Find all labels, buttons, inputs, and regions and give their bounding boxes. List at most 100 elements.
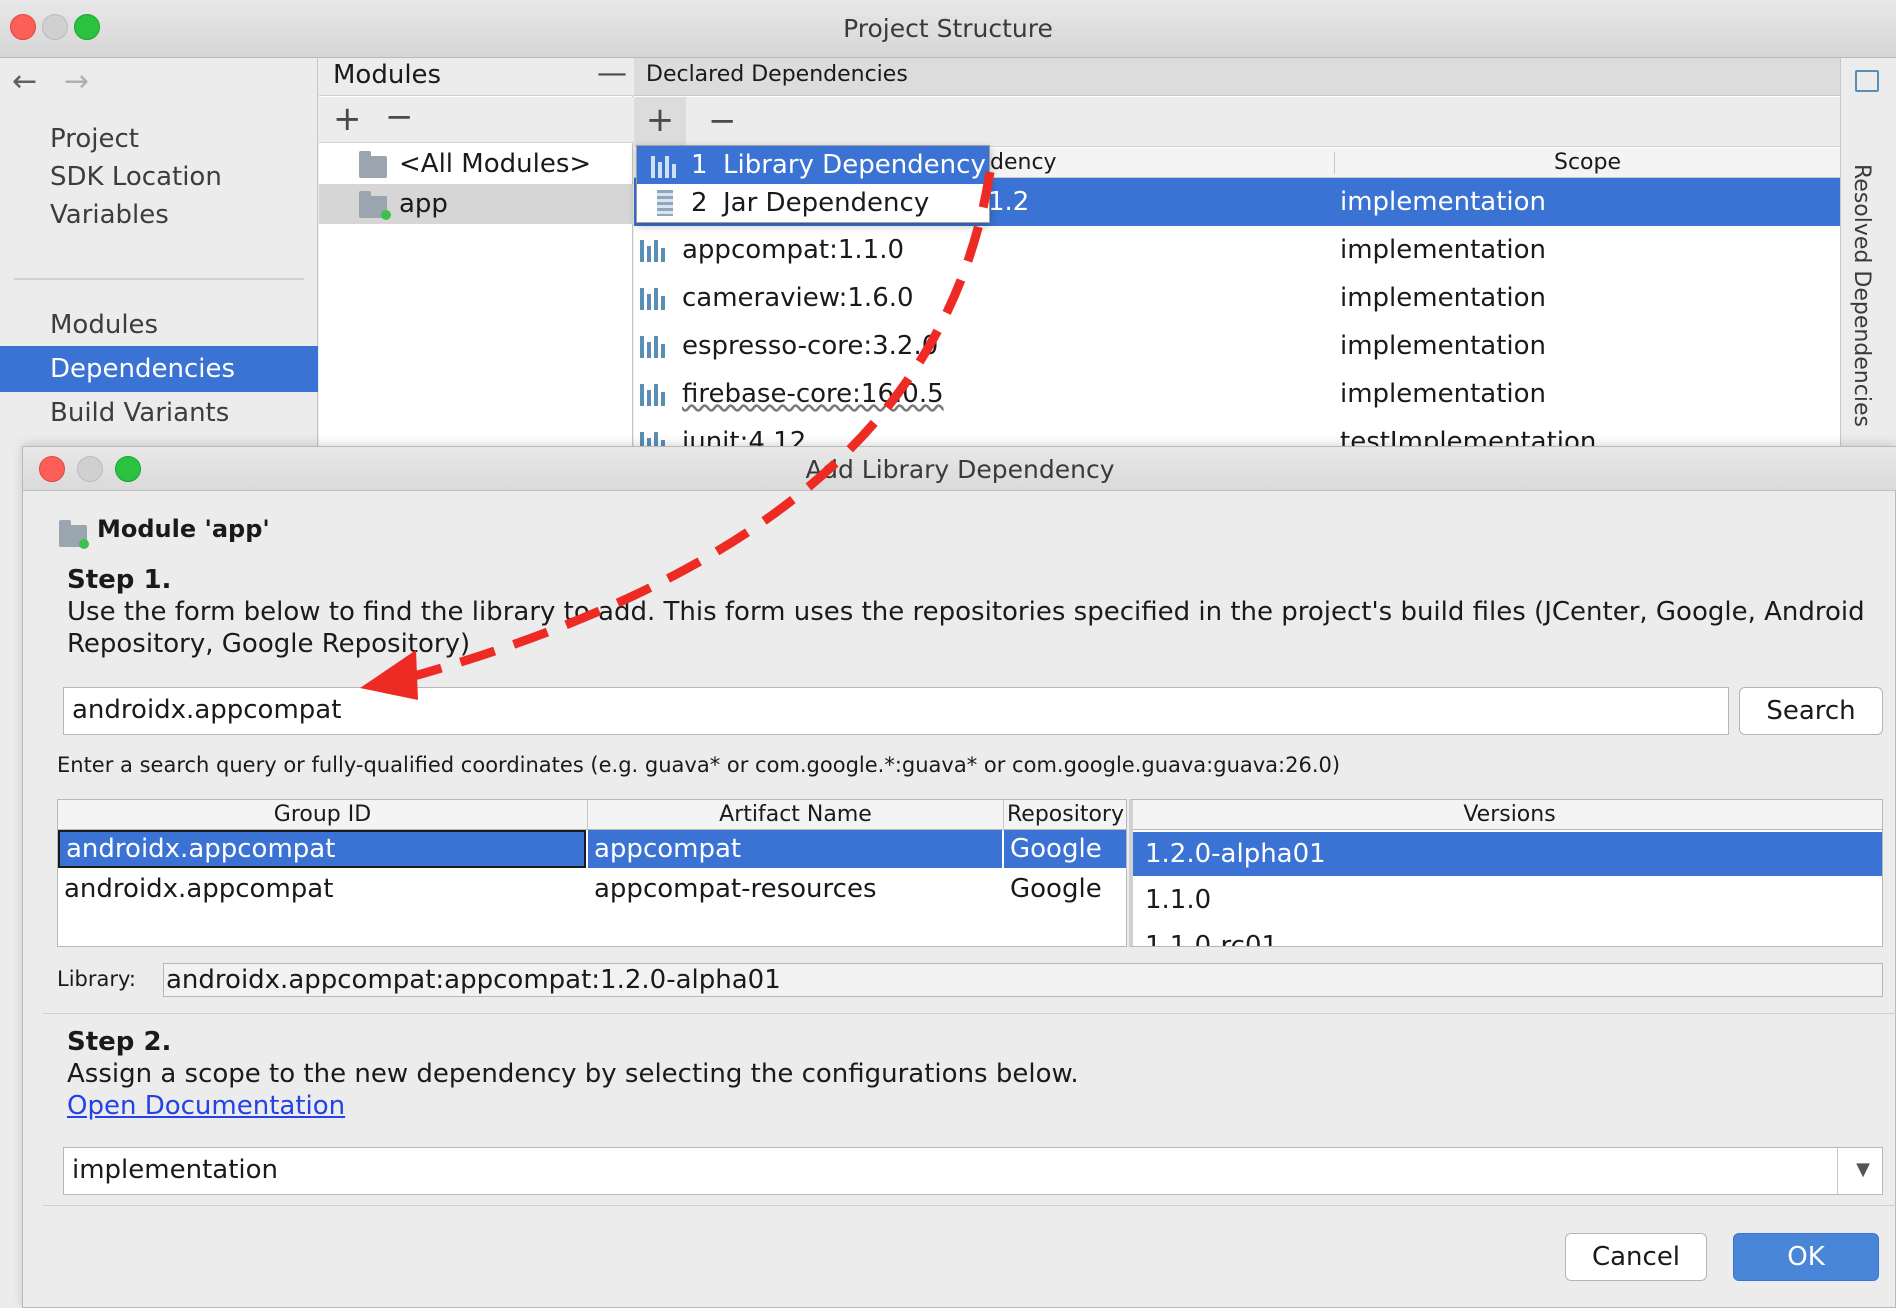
window-titlebar: Project Structure xyxy=(0,0,1896,58)
menu-item-number: 1 xyxy=(691,150,708,180)
remove-dependency-button[interactable]: − xyxy=(708,101,737,141)
ok-button[interactable]: OK xyxy=(1733,1233,1879,1281)
section-divider xyxy=(43,1013,1896,1014)
sidebar-item-variables[interactable]: Variables xyxy=(0,192,318,238)
resolved-dependencies-label: Resolved Dependencies xyxy=(1849,164,1874,427)
module-item-app[interactable]: app xyxy=(319,184,633,224)
column-header-repository[interactable]: Repository xyxy=(1004,800,1126,830)
modules-toolbar: + − xyxy=(319,97,633,143)
dependency-name: cameraview:1.6.0 xyxy=(682,283,914,313)
resolved-dependencies-icon xyxy=(1855,70,1879,92)
cell-artifact-name: appcompat-resources xyxy=(594,874,877,904)
dialog-titlebar: Add Library Dependency xyxy=(23,447,1896,491)
cell-repository: Google xyxy=(1010,874,1102,904)
sidebar-divider xyxy=(14,278,304,280)
dependency-row[interactable]: appcompat:1.1.0 implementation xyxy=(634,226,1840,274)
column-header-versions[interactable]: Versions xyxy=(1133,800,1882,830)
dependency-row[interactable]: cameraview:1.6.0 implementation xyxy=(634,274,1840,322)
cell-artifact-name: appcompat xyxy=(588,830,1002,868)
table-row[interactable]: androidx.appcompat appcompat-resources G… xyxy=(58,870,1126,908)
search-input[interactable]: androidx.appcompat xyxy=(63,687,1729,735)
library-coordinates-field: androidx.appcompat:appcompat:1.2.0-alpha… xyxy=(163,963,1883,997)
declared-header: Declared Dependencies xyxy=(634,58,1840,96)
module-label: Module 'app' xyxy=(97,515,270,543)
step1-description-line1: Use the form below to find the library t… xyxy=(67,597,1865,627)
library-icon xyxy=(651,152,681,178)
footer-divider xyxy=(43,1205,1896,1206)
library-label: Library: xyxy=(57,967,136,991)
scope-select[interactable]: implementation ▼ xyxy=(63,1147,1883,1195)
table-row[interactable]: androidx.appcompat appcompat Google xyxy=(58,830,1126,868)
column-header-dependency[interactable]: dency xyxy=(990,150,1057,175)
cancel-button[interactable]: Cancel xyxy=(1565,1233,1707,1281)
versions-list: Versions 1.2.0-alpha01 1.1.0 1.1.0-rc01 xyxy=(1129,799,1883,947)
dependency-name: appcompat:1.1.0 xyxy=(682,235,905,265)
dependency-name: espresso-core:3.2.0 xyxy=(682,331,939,361)
library-icon xyxy=(640,236,670,262)
dependency-scope: implementation xyxy=(1340,379,1547,409)
dependency-scope: implementation xyxy=(1340,235,1547,265)
sidebar: ← → Project SDK Location Variables Modul… xyxy=(0,58,318,448)
dependency-scope: implementation xyxy=(1340,331,1547,361)
menu-item-label: Library Dependency xyxy=(723,150,986,180)
dependency-scope: implementation xyxy=(1340,283,1547,313)
menu-item-label: Jar Dependency xyxy=(723,188,930,218)
dependency-name: firebase-core:16.0.5 xyxy=(682,379,944,409)
version-item[interactable]: 1.2.0-alpha01 xyxy=(1133,832,1882,876)
module-status-icon xyxy=(381,210,391,220)
sidebar-item-build-variants[interactable]: Build Variants xyxy=(0,390,318,436)
open-documentation-link[interactable]: Open Documentation xyxy=(67,1091,345,1121)
cell-group-id: androidx.appcompat xyxy=(64,874,334,904)
module-label: <All Modules> xyxy=(399,149,592,179)
column-header-artifact-name[interactable]: Artifact Name xyxy=(588,800,1004,830)
add-dependency-button[interactable]: + xyxy=(634,97,686,145)
column-header-group-id[interactable]: Group ID xyxy=(58,800,588,830)
step2-title: Step 2. xyxy=(67,1027,172,1057)
sidebar-item-dependencies[interactable]: Dependencies xyxy=(0,346,318,392)
declared-dependencies-panel: Declared Dependencies + − dency Scope 1.… xyxy=(634,58,1840,457)
search-button[interactable]: Search xyxy=(1739,687,1883,735)
version-item[interactable]: 1.1.0-rc01 xyxy=(1133,924,1882,946)
module-item-all[interactable]: <All Modules> xyxy=(319,144,633,184)
forward-arrow-icon[interactable]: → xyxy=(64,64,89,99)
column-divider xyxy=(1334,152,1335,174)
menu-item-jar-dependency[interactable]: 2 Jar Dependency xyxy=(637,184,989,222)
dropdown-divider xyxy=(1837,1148,1838,1194)
column-header-scope[interactable]: Scope xyxy=(1554,150,1621,175)
library-icon xyxy=(640,284,670,310)
menu-item-library-dependency[interactable]: 1 Library Dependency xyxy=(637,146,989,184)
sidebar-item-modules[interactable]: Modules xyxy=(0,302,318,348)
modules-header: Modules — xyxy=(319,56,633,96)
library-icon xyxy=(640,332,670,358)
library-icon xyxy=(640,380,670,406)
version-item[interactable]: 1.1.0 xyxy=(1133,878,1882,922)
window-title: Project Structure xyxy=(843,14,1053,43)
step1-description-line2: Repository, Google Repository) xyxy=(67,629,471,659)
cell-group-id: androidx.appcompat xyxy=(58,830,586,868)
add-library-dependency-dialog: Add Library Dependency Module 'app' Step… xyxy=(22,446,1896,1308)
dependency-row[interactable]: firebase-core:16.0.5 implementation xyxy=(634,370,1840,418)
search-results-table: Group ID Artifact Name Repository androi… xyxy=(57,799,1127,947)
module-status-icon xyxy=(79,539,89,549)
chevron-down-icon[interactable]: ▼ xyxy=(1856,1148,1870,1192)
modules-title: Modules xyxy=(333,60,442,90)
search-hint: Enter a search query or fully-qualified … xyxy=(57,753,1341,777)
dependency-row[interactable]: espresso-core:3.2.0 implementation xyxy=(634,322,1840,370)
step2-description: Assign a scope to the new dependency by … xyxy=(67,1059,1079,1089)
jar-icon xyxy=(657,190,673,216)
menu-item-number: 2 xyxy=(691,188,708,218)
declared-title: Declared Dependencies xyxy=(646,62,908,87)
cell-repository: Google xyxy=(1004,830,1126,868)
dependency-name: 1.2 xyxy=(988,187,1030,217)
add-module-button[interactable]: + xyxy=(333,99,362,139)
remove-module-button[interactable]: − xyxy=(385,97,414,137)
dialog-title: Add Library Dependency xyxy=(805,455,1115,484)
resolved-dependencies-tab[interactable]: Resolved Dependencies xyxy=(1840,58,1896,448)
collapse-panel-icon[interactable]: — xyxy=(597,54,627,94)
modules-panel: Modules — + − <All Modules> app xyxy=(319,56,633,448)
module-label: app xyxy=(399,189,448,219)
add-dependency-menu: 1 Library Dependency 2 Jar Dependency xyxy=(636,145,990,223)
dependency-scope: implementation xyxy=(1340,187,1547,217)
back-arrow-icon[interactable]: ← xyxy=(12,64,37,99)
declared-toolbar: + − xyxy=(634,97,1840,147)
